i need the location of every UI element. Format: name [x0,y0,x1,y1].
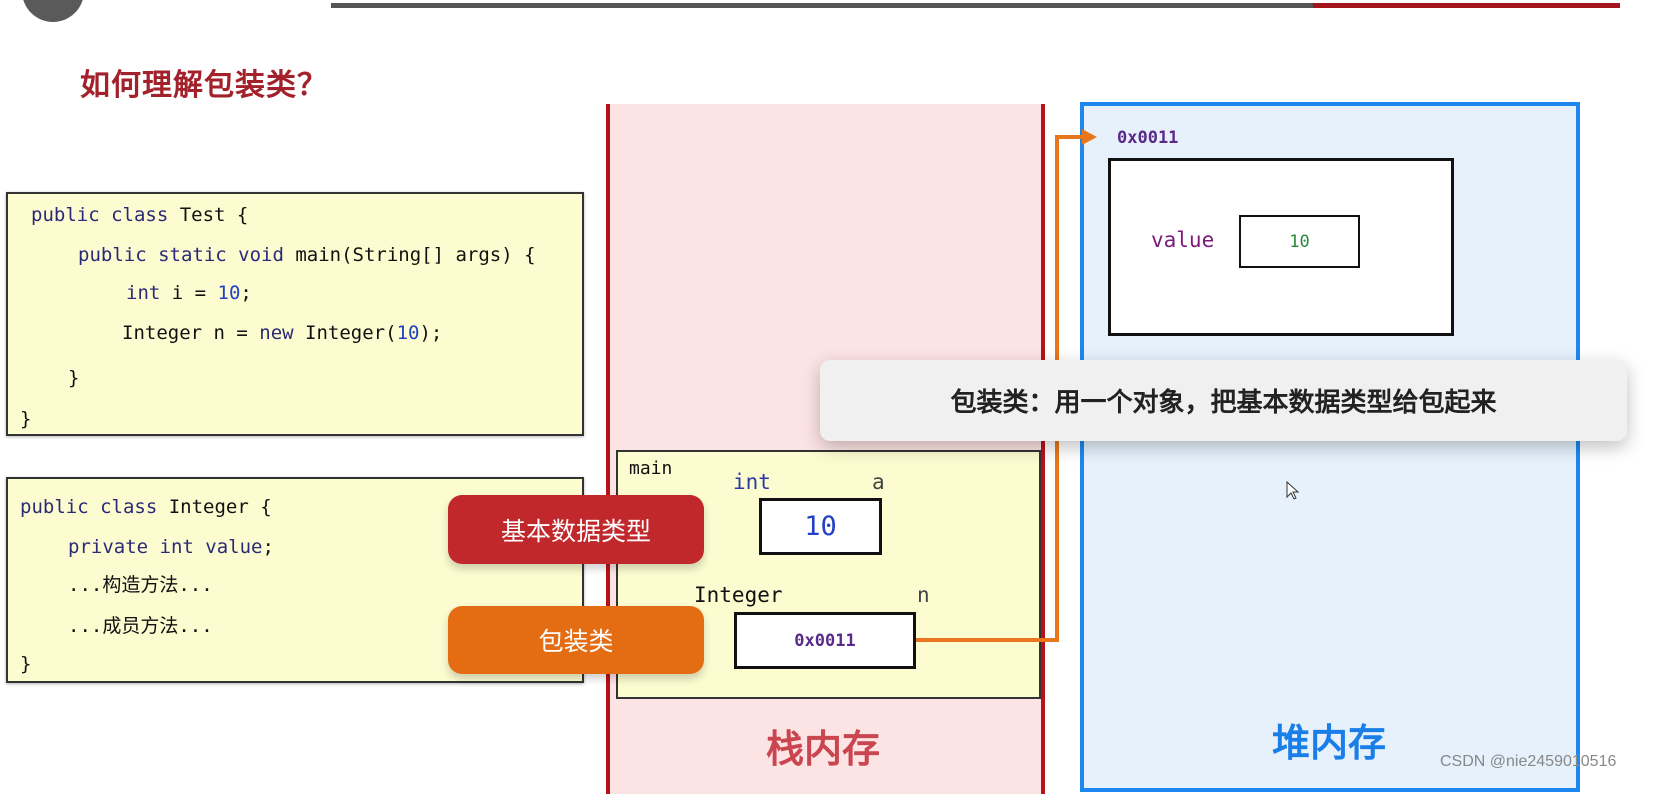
caption-banner: 包装类：用一个对象，把基本数据类型给包起来 [820,360,1627,441]
field-value-box: 10 [1239,215,1360,268]
heap-object-address: 0x0011 [1117,128,1179,148]
arrow-head-icon [1082,129,1097,145]
watermark: CSDN @nie2459010516 [1440,753,1617,770]
mouse-cursor-icon [1286,481,1300,500]
primitive-type-label: 基本数据类型 [448,495,704,564]
wrapper-class-label: 包装类 [448,606,704,674]
field-name: value [1151,228,1215,252]
